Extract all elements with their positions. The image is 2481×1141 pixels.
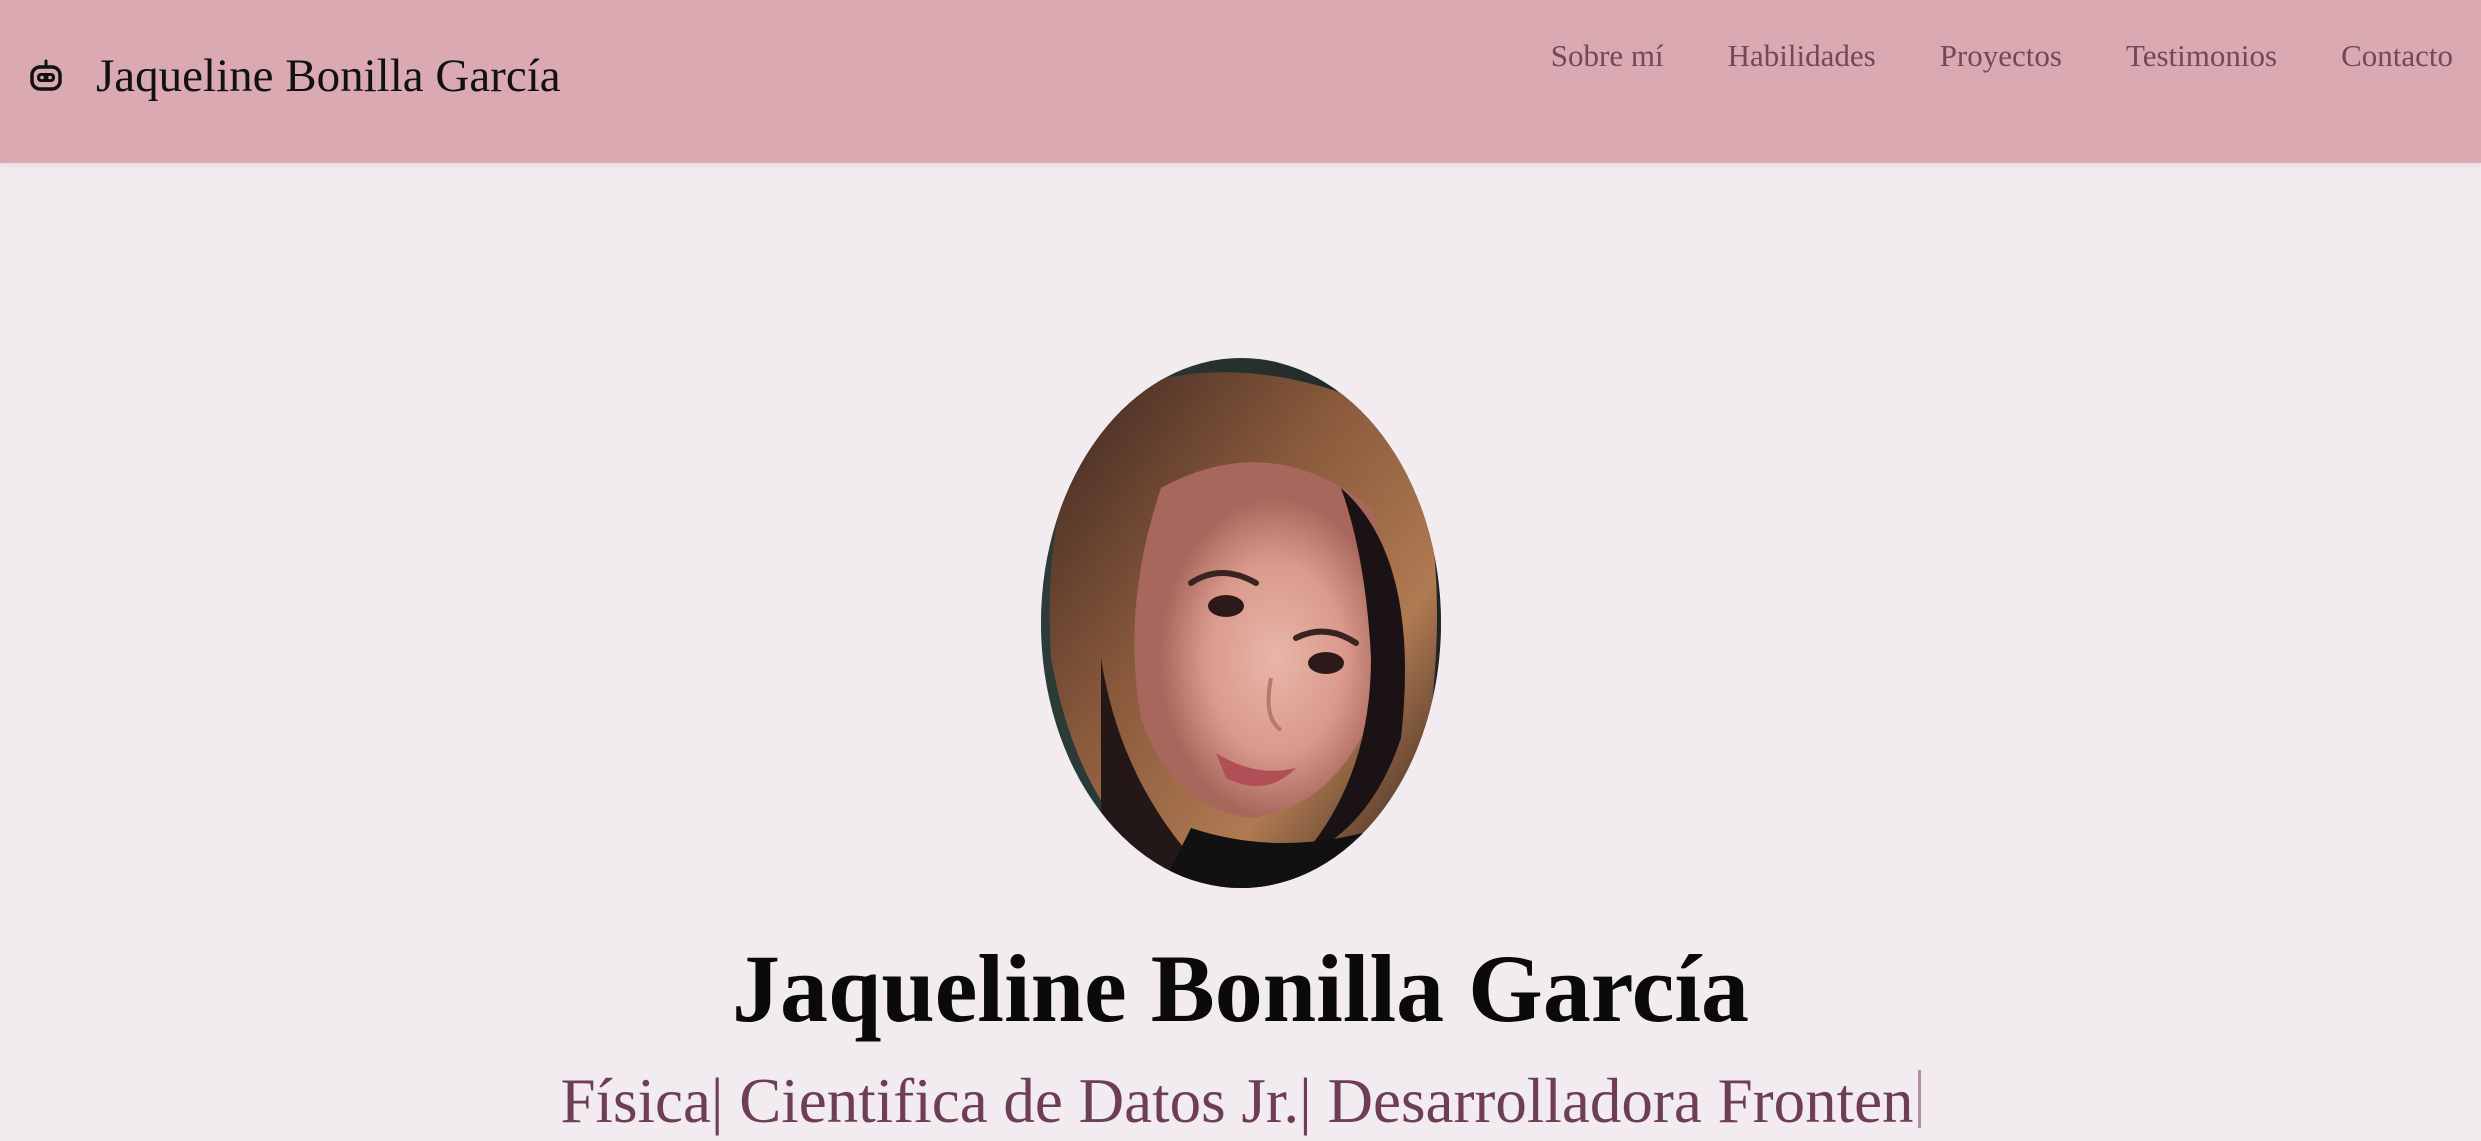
nav-link-proyectos[interactable]: Proyectos: [1940, 38, 2062, 74]
typing-caret: [1917, 1070, 1921, 1128]
main-nav: Sobre mí Habilidades Proyectos Testimoni…: [1551, 38, 2453, 74]
profile-photo: [1041, 358, 1441, 888]
nav-link-contacto[interactable]: Contacto: [2341, 38, 2453, 74]
robot-icon: [30, 59, 62, 91]
nav-link-sobre-mi[interactable]: Sobre mí: [1551, 38, 1664, 74]
nav-link-habilidades[interactable]: Habilidades: [1728, 38, 1876, 74]
nav-link-testimonios[interactable]: Testimonios: [2126, 38, 2277, 74]
hero-roles-typing: Física| Cientifica de Datos Jr.| Desarro…: [0, 1065, 2481, 1138]
hero-section: Jaqueline Bonilla García Física| Cientif…: [0, 163, 2481, 1141]
brand[interactable]: Jaqueline Bonilla García: [28, 40, 561, 112]
hero-roles-text: Física| Cientifica de Datos Jr.| Desarro…: [560, 1066, 1914, 1136]
brand-name: Jaqueline Bonilla García: [96, 50, 561, 102]
hero-name: Jaqueline Bonilla García: [732, 935, 1749, 1042]
top-navbar: Jaqueline Bonilla García Sobre mí Habili…: [0, 0, 2481, 163]
